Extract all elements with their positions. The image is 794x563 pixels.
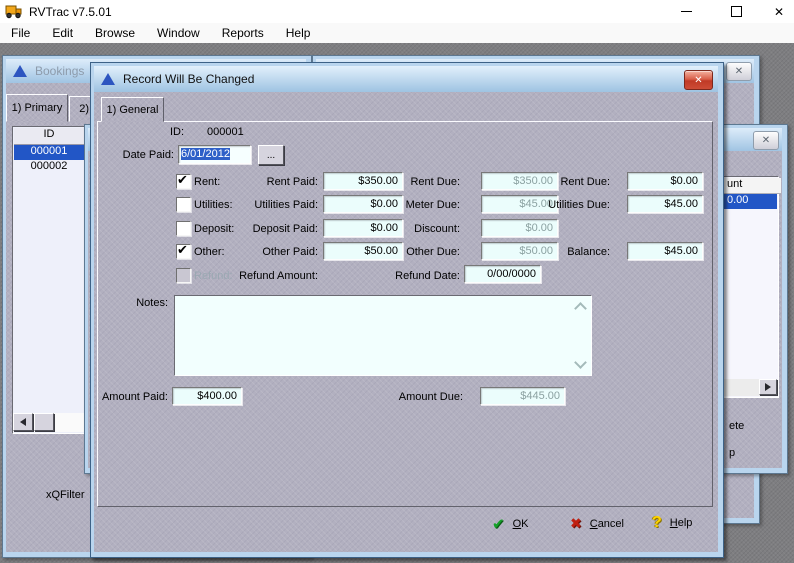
amount-due-label: Amount Due: xyxy=(393,391,463,403)
menu-edit[interactable]: Edit xyxy=(41,24,84,42)
close-button[interactable]: ✕ xyxy=(764,0,794,23)
menu-file[interactable]: File xyxy=(0,24,41,42)
other-due-label: Other Due: xyxy=(385,246,460,258)
menu-reports[interactable]: Reports xyxy=(211,24,275,42)
scroll-down-icon[interactable] xyxy=(574,356,587,369)
help-question-icon: ? xyxy=(652,514,662,532)
booking-row-selected[interactable]: 000001 xyxy=(14,145,84,160)
scroll-thumb[interactable] xyxy=(34,413,54,431)
minimize-button[interactable] xyxy=(664,0,709,23)
meter-due-label: Meter Due: xyxy=(385,199,460,211)
bookings-window-icon xyxy=(13,65,27,77)
deposit-paid-label: Deposit Paid: xyxy=(225,223,318,235)
other-paid-label: Other Paid: xyxy=(225,246,318,258)
deposit-checkbox[interactable]: ✔ xyxy=(176,221,191,236)
record-dialog-title: Record Will Be Changed xyxy=(123,72,254,86)
rent-due-total-label: Rent Due: xyxy=(530,176,610,188)
balance-field[interactable]: $45.00 xyxy=(627,242,703,260)
xqfilter-label: xQFilter xyxy=(46,489,85,501)
close-icon: ✕ xyxy=(762,135,770,146)
cancel-button[interactable]: ✖ Cancel xyxy=(570,515,624,532)
check-icon: ✔ xyxy=(177,172,188,188)
rent-checkbox-label: Rent: xyxy=(194,176,220,188)
refund-date-field[interactable]: 0/00/0000 xyxy=(464,265,541,283)
scroll-left-button[interactable] xyxy=(13,413,33,431)
amount-grid-hscrollbar[interactable] xyxy=(723,379,777,396)
other-checkbox[interactable]: ✔ xyxy=(176,244,191,259)
screen: RVTrac v7.5.01 ✕ File Edit Browse Window… xyxy=(0,0,794,563)
booking-row[interactable]: 000002 xyxy=(14,160,84,175)
truck-icon xyxy=(5,4,23,19)
other-checkbox-label: Other: xyxy=(194,246,225,258)
app-titlebar: RVTrac v7.5.01 ✕ xyxy=(0,0,794,23)
utilities-due-label: Utilities Due: xyxy=(530,199,610,211)
ok-button-label: OK xyxy=(513,518,529,530)
amount-column-header[interactable]: unt xyxy=(723,178,781,194)
scroll-right-button[interactable] xyxy=(759,379,777,395)
arrow-right-icon xyxy=(765,383,771,391)
cancel-button-label: Cancel xyxy=(590,518,624,530)
date-paid-value: 6/01/2012 xyxy=(181,148,230,160)
amount-paid-field[interactable]: $400.00 xyxy=(172,387,242,405)
help-button[interactable]: ? Help xyxy=(652,514,692,532)
bookings-id-grid: ID 000001 000002 xyxy=(12,126,86,434)
bookings-tab-primary[interactable]: 1) Primary xyxy=(6,94,68,122)
discount-field[interactable]: $0.00 xyxy=(481,219,558,237)
cancel-x-icon: ✖ xyxy=(570,515,582,532)
amount-paid-label: Amount Paid: xyxy=(98,391,168,403)
discount-label: Discount: xyxy=(385,223,460,235)
close-icon: ✕ xyxy=(774,5,784,19)
amount-due-field[interactable]: $445.00 xyxy=(480,387,565,405)
scroll-up-icon[interactable] xyxy=(574,302,587,315)
date-browse-button[interactable]: ... xyxy=(258,145,284,165)
menu-window[interactable]: Window xyxy=(146,24,211,42)
minimize-icon xyxy=(681,11,692,12)
notes-textarea[interactable] xyxy=(174,295,592,376)
id-value: 000001 xyxy=(207,126,244,138)
refund-checkbox: ✔ xyxy=(176,268,191,283)
bookings-hscrollbar[interactable] xyxy=(13,413,85,432)
menu-help[interactable]: Help xyxy=(275,24,322,42)
rent-paid-label: Rent Paid: xyxy=(225,176,318,188)
rent-due-label: Rent Due: xyxy=(385,176,460,188)
dialog-close-button[interactable]: ✕ xyxy=(684,70,713,90)
maximize-button[interactable] xyxy=(714,0,759,23)
rent-checkbox[interactable]: ✔ xyxy=(176,174,191,189)
tab-general[interactable]: 1) General xyxy=(101,97,164,122)
arrow-left-icon xyxy=(20,418,26,426)
close-icon: ✕ xyxy=(694,75,702,86)
menu-browse[interactable]: Browse xyxy=(84,24,146,42)
ok-button[interactable]: ✔ OK xyxy=(492,515,528,533)
close-icon: ✕ xyxy=(735,66,743,77)
rent-due-total-field[interactable]: $0.00 xyxy=(627,172,703,190)
maximize-icon xyxy=(731,6,742,17)
record-dialog-titlebar[interactable]: Record Will Be Changed xyxy=(94,66,718,92)
date-paid-label: Date Paid: xyxy=(108,149,174,161)
bookings-title: Bookings xyxy=(35,64,84,78)
balance-label: Balance: xyxy=(530,246,610,258)
ok-check-icon: ✔ xyxy=(492,515,505,533)
help-button-label: Help xyxy=(670,517,693,529)
app-title: RVTrac v7.5.01 xyxy=(29,5,112,19)
refund-date-label: Refund Date: xyxy=(385,270,460,282)
utilities-paid-label: Utilities Paid: xyxy=(225,199,318,211)
id-column-header[interactable]: ID xyxy=(14,128,84,145)
id-label: ID: xyxy=(170,126,184,138)
amount-grid: unt 0.00 xyxy=(721,176,779,398)
background-window-a-close-button[interactable]: ✕ xyxy=(726,62,752,81)
background-window-b-close-button[interactable]: ✕ xyxy=(753,131,779,150)
menubar: File Edit Browse Window Reports Help xyxy=(0,23,794,44)
refund-amount-label: Refund Amount: xyxy=(225,270,318,282)
help-button-fragment[interactable]: p xyxy=(729,447,735,459)
date-paid-field[interactable]: 6/01/2012 xyxy=(178,145,251,164)
notes-label: Notes: xyxy=(128,297,168,309)
amount-cell-selected[interactable]: 0.00 xyxy=(723,194,777,209)
utilities-due-field[interactable]: $45.00 xyxy=(627,195,703,213)
record-dialog-icon xyxy=(101,73,115,85)
check-icon: ✔ xyxy=(177,242,188,258)
delete-button-fragment[interactable]: ete xyxy=(729,420,744,432)
utilities-checkbox[interactable]: ✔ xyxy=(176,197,191,212)
